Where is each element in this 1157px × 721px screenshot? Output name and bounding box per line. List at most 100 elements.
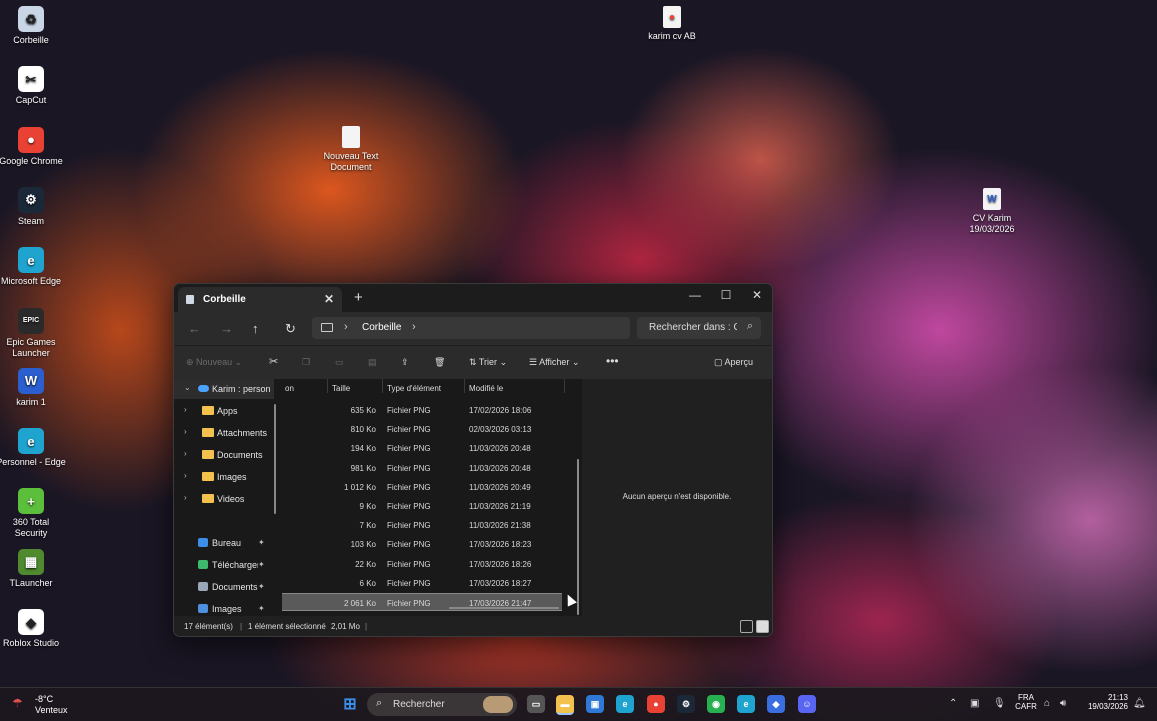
desktop-icon-recycle-bin[interactable]: ♻ Corbeille (0, 6, 66, 46)
desktop-icon-chrome[interactable]: ● Google Chrome (0, 126, 66, 167)
network-icon[interactable]: ⌂ (1044, 698, 1050, 709)
microphone-icon[interactable]: 🎙︎ (993, 698, 1006, 709)
minimize-icon[interactable]: — (680, 288, 710, 302)
desktop-icon-word-document[interactable]: Wkarim 1 (0, 367, 66, 408)
sidebar-item-onedrive[interactable]: ⌄ Karim : personnel (174, 379, 274, 399)
file-row[interactable]: 6 Ko Fichier PNG 17/03/2026 18:27 (282, 574, 562, 592)
desktop-icon-word-cv[interactable]: W CV Karim 19/03/2026 (957, 188, 1027, 235)
sidebar-item-apps[interactable]: › Apps (174, 401, 274, 421)
breadcrumb[interactable]: Corbeille (362, 322, 401, 333)
file-explorer-icon[interactable]: ▬ (556, 695, 574, 715)
new-button[interactable]: ⊕ Nouveau ⌄ (186, 357, 242, 368)
volume-icon[interactable]: 🔊︎ (1060, 698, 1066, 709)
weather-widget[interactable]: ☂ -8°C Venteux (12, 693, 92, 717)
tiles-view-icon[interactable] (756, 620, 769, 633)
column-divider[interactable] (464, 379, 465, 393)
back-icon[interactable]: ← (188, 321, 201, 336)
app-tray-icon[interactable]: ▣ (970, 698, 979, 709)
file-row[interactable]: 194 Ko Fichier PNG 11/03/2026 20:48 (282, 439, 562, 457)
sidebar-scrollbar[interactable] (274, 404, 276, 514)
desktop-icon-tlauncher[interactable]: ▦ TLauncher (0, 548, 66, 589)
store-icon[interactable]: ▣ (586, 695, 604, 713)
chevron-right-icon[interactable]: › (184, 405, 187, 414)
desktop-icon-capcut[interactable]: ✂ CapCut (0, 66, 66, 106)
forward-icon[interactable]: → (220, 321, 233, 336)
file-row[interactable]: 635 Ko Fichier PNG 17/02/2026 18:06 (282, 401, 562, 419)
address-bar[interactable]: › Corbeille › (312, 317, 630, 339)
sort-button[interactable]: ⇅ Trier ⌄ (469, 357, 507, 368)
cut-icon[interactable]: ✂ (269, 355, 278, 368)
column-divider[interactable] (327, 379, 328, 393)
pin-icon[interactable]: ✦ (258, 538, 265, 547)
file-row[interactable]: 7 Ko Fichier PNG 11/03/2026 21:38 (282, 516, 562, 534)
paste-icon[interactable]: ▭ (335, 357, 344, 368)
chevron-right-icon[interactable]: › (184, 471, 187, 480)
chevron-right-icon[interactable]: › (412, 321, 416, 333)
column-divider[interactable] (382, 379, 383, 393)
maximize-icon[interactable]: ☐ (711, 288, 741, 302)
up-icon[interactable]: ↑ (252, 321, 259, 336)
file-row[interactable]: 981 Ko Fichier PNG 11/03/2026 20:48 (282, 459, 562, 477)
sidebar-item-videos[interactable]: › Videos (174, 489, 274, 509)
gamepad-app-icon[interactable]: ◉ (707, 695, 725, 713)
chevron-right-icon[interactable]: › (184, 449, 187, 458)
desktop-icon-epic-games[interactable]: EPIC Epic Games Launcher (0, 307, 66, 359)
file-row[interactable]: 103 Ko Fichier PNG 17/03/2026 18:23 (282, 535, 562, 553)
delete-icon[interactable]: 🗑︎ (434, 357, 445, 368)
sidebar-quick-access-item[interactable]: Téléchargements✦ (174, 555, 274, 575)
desktop-icon-roblox-studio[interactable]: ◆ Roblox Studio (0, 609, 66, 649)
more-options-icon[interactable]: ••• (606, 354, 619, 368)
chevron-right-icon[interactable]: › (344, 321, 348, 333)
preview-pane-button[interactable]: ▢ Aperçu (714, 357, 753, 368)
taskbar-search[interactable]: ⌕ Rechercher (367, 693, 517, 716)
sidebar-quick-access-item[interactable]: Documents ✦ (174, 577, 274, 597)
share-icon[interactable]: ⇪ (401, 357, 409, 368)
tab-corbeille[interactable]: Corbeille ✕ (178, 287, 342, 312)
app-blue-icon[interactable]: ◆ (767, 695, 785, 713)
column-divider[interactable] (564, 379, 565, 393)
column-header-modified[interactable]: Modifié le (469, 384, 503, 393)
edge-taskbar-icon[interactable]: e (616, 695, 634, 713)
language-indicator[interactable]: FRA CAFR (1014, 693, 1038, 711)
desktop-icon-chrome-cv[interactable]: ● karim cv AB (637, 6, 707, 42)
clock[interactable]: 21:13 19/03/2026 (1078, 693, 1128, 711)
start-button-icon[interactable]: ⊞ (341, 695, 359, 713)
close-window-icon[interactable]: ✕ (742, 288, 772, 302)
chevron-up-icon[interactable]: ⌃ (949, 698, 957, 709)
desktop-icon-edge-profile[interactable]: e Personnel - Edge (0, 428, 66, 468)
view-button[interactable]: ☰ Afficher ⌄ (529, 357, 579, 368)
pin-icon[interactable]: ✦ (258, 582, 265, 591)
close-tab-icon[interactable]: ✕ (324, 292, 334, 306)
edge-profile-taskbar-icon[interactable]: e (737, 695, 755, 713)
file-row[interactable]: 22 Ko Fichier PNG 17/03/2026 18:26 (282, 555, 562, 573)
pin-icon[interactable]: ✦ (258, 560, 265, 569)
file-row[interactable]: 810 Ko Fichier PNG 02/03/2026 03:13 (282, 420, 562, 438)
desktop-icon-text-document[interactable]: Nouveau Text Document (316, 126, 386, 173)
search-box[interactable]: Rechercher dans : Corbeille ⌕ (637, 317, 761, 339)
rename-icon[interactable]: ▤ (368, 357, 377, 368)
vertical-scrollbar[interactable] (577, 459, 579, 615)
desktop-icon-edge[interactable]: e Microsoft Edge (0, 247, 66, 287)
column-header-size[interactable]: Taille (332, 384, 350, 393)
steam-taskbar-icon[interactable]: ⚙ (677, 695, 695, 713)
chevron-down-icon[interactable]: ⌄ (184, 383, 191, 392)
chevron-right-icon[interactable]: › (184, 427, 187, 436)
refresh-icon[interactable]: ↻ (285, 321, 296, 337)
sidebar-item-images[interactable]: › Images (174, 467, 274, 487)
details-view-icon[interactable] (740, 620, 753, 633)
sidebar-item-attachments[interactable]: › Attachments (174, 423, 274, 443)
new-tab-icon[interactable]: + (354, 289, 363, 306)
chrome-taskbar-icon[interactable]: ● (647, 695, 665, 713)
file-row[interactable]: 1 012 Ko Fichier PNG 11/03/2026 20:49 (282, 478, 562, 496)
task-view-icon[interactable]: ▭ (527, 695, 545, 713)
pin-icon[interactable]: ✦ (258, 604, 265, 613)
column-header-name[interactable]: on (285, 384, 294, 393)
search-input[interactable]: Rechercher dans : Corbeille (649, 322, 737, 333)
horizontal-scrollbar[interactable] (449, 607, 559, 609)
desktop-icon-shield-plus[interactable]: +360 Total Security (0, 488, 66, 539)
sidebar-item-documents[interactable]: › Documents (174, 445, 274, 465)
sidebar-quick-access-item[interactable]: Bureau ✦ (174, 533, 274, 553)
copy-icon[interactable]: ❐ (302, 357, 310, 368)
desktop-icon-steam[interactable]: ⚙ Steam (0, 186, 66, 227)
notification-bell-icon[interactable]: 🔔︎ (1133, 698, 1146, 709)
